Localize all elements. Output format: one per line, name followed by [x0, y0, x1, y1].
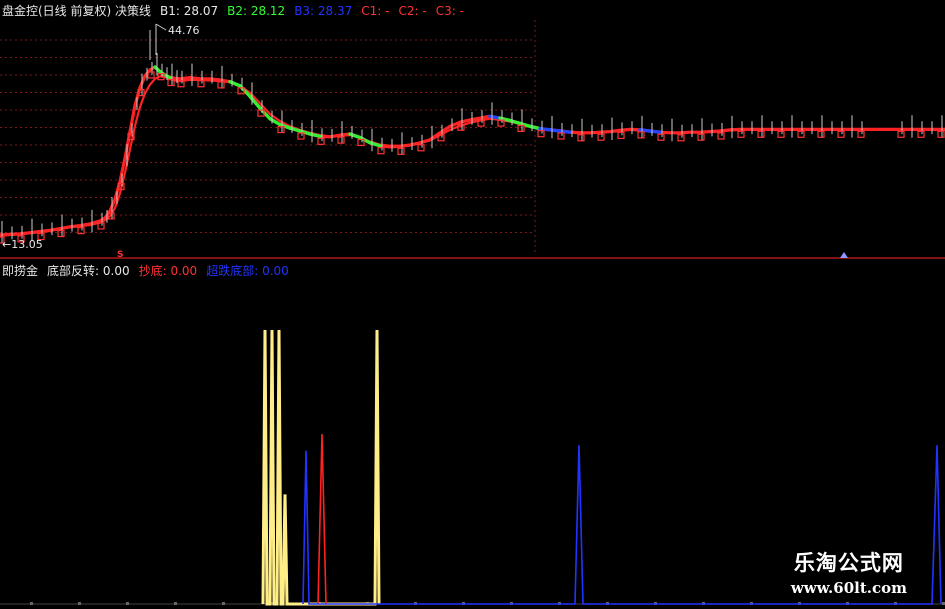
candle-body	[757, 130, 765, 138]
candle-body	[617, 131, 625, 140]
price-panel-grid	[0, 20, 536, 255]
axis-tick	[126, 602, 129, 605]
watermark: 乐淘公式网 www.60lt.com	[782, 543, 915, 601]
chart-canvas: 44.76 ←13.05 S	[0, 20, 945, 606]
watermark-url: www.60lt.com	[790, 579, 907, 597]
header-value: C1: -	[361, 4, 390, 18]
sell-marker-s: S	[117, 250, 123, 260]
header-value: 抄底: 0.00	[138, 264, 198, 278]
candle-body	[377, 147, 385, 155]
candle-body	[837, 130, 845, 138]
indicator-header: 即捞金 底部反转: 0.00 抄底: 0.00 超跌底部: 0.00	[2, 262, 298, 279]
candle-body	[817, 130, 825, 138]
header-value: 超跌底部: 0.00	[206, 264, 289, 278]
candle-body	[897, 130, 905, 138]
indicator-spike-series-1	[317, 434, 327, 605]
candle-body	[917, 130, 925, 138]
axis-tick	[174, 602, 177, 605]
low-price-label: ←13.05	[2, 238, 43, 251]
candle-body	[657, 133, 665, 141]
main-chart-header: 盘金控(日线 前复权) 决策线 B1: 28.07 B2: 28.12 B3: 28.…	[2, 2, 473, 19]
candle-body	[677, 134, 685, 142]
peak-pointer	[155, 23, 167, 31]
candle-body	[417, 144, 425, 152]
candle-body	[337, 136, 345, 144]
header-title: 盘金控(日线 前复权) 决策线	[2, 4, 151, 18]
candle-body	[197, 80, 205, 88]
header-value: C3: -	[435, 4, 464, 18]
candle-body	[597, 133, 605, 141]
candle-body	[577, 134, 585, 142]
header-value: B2: 28.12	[227, 4, 286, 18]
watermark-title: 乐淘公式网	[793, 550, 904, 575]
candle-body	[737, 130, 745, 138]
axis-tick	[222, 602, 225, 605]
candle-body	[217, 81, 225, 89]
ma-line-1	[0, 75, 945, 237]
header-value: B3: 28.37	[294, 4, 353, 18]
axis-tick	[78, 602, 81, 605]
candle-body	[397, 147, 405, 155]
header-value: 底部反转: 0.00	[47, 264, 130, 278]
high-price-label: 44.76	[168, 24, 200, 37]
header-value: C2: -	[398, 4, 427, 18]
candle-body	[717, 132, 725, 140]
candle-body	[777, 130, 785, 138]
candle-body	[637, 131, 645, 139]
cursor-marker-icon	[840, 252, 848, 258]
candle-body	[697, 133, 705, 141]
candle-body	[857, 130, 865, 138]
candle-body	[937, 130, 945, 138]
candle-body	[317, 137, 325, 145]
candle-body	[517, 124, 525, 133]
axis-tick	[30, 602, 33, 605]
header-title: 即捞金	[2, 264, 39, 278]
candle-body	[537, 130, 545, 138]
price-panel-candles	[0, 23, 945, 244]
header-value: B1: 28.07	[160, 4, 219, 18]
candle-body	[297, 132, 305, 140]
candle-body	[57, 229, 65, 238]
candle-body	[797, 130, 805, 138]
candle-body	[557, 132, 565, 140]
